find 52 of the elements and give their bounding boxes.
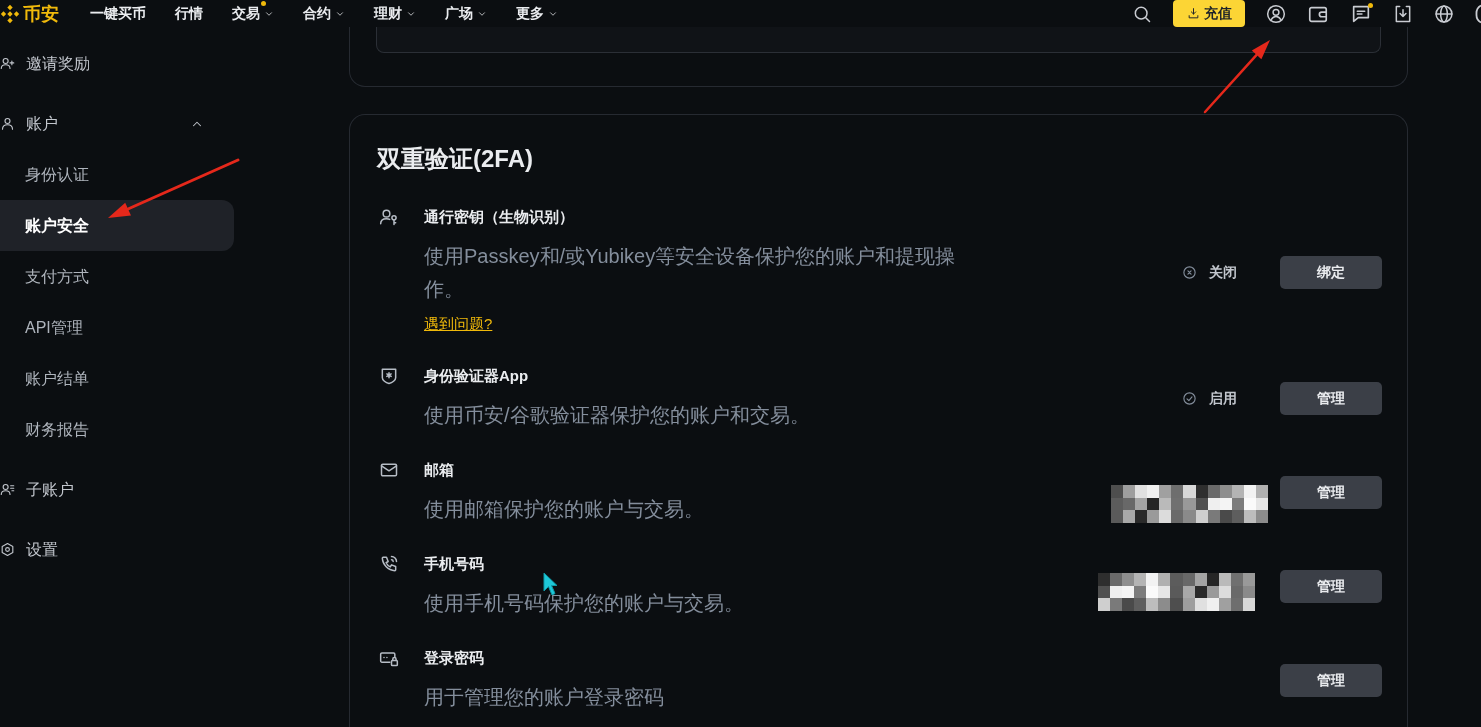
nav-menu-item[interactable]: 更多 [516,3,558,24]
shield-asterisk-icon [379,366,399,386]
sidebar-item[interactable]: 邀请奖励 [0,38,236,89]
setting-title: 身份验证器App [424,366,530,386]
download-tray-icon [1186,7,1200,20]
sidebar-item[interactable]: 子账户 [0,464,236,515]
sidebar-subitem[interactable]: 账户安全 [0,200,234,251]
sidebar-item[interactable]: 账户 [0,98,236,149]
nav-menu-item[interactable]: 一键买币 [90,3,146,24]
setting-description: 使用手机号码保护您的账户与交易。 [424,591,745,616]
phone-icon [379,554,399,574]
status-label: 启用 [1209,389,1237,408]
setting-title: 邮箱 [424,460,455,480]
person-key-icon [379,207,399,227]
person-plus-icon [0,56,15,71]
action-button[interactable]: 管理 [1280,382,1382,415]
sidebar-subitem[interactable]: 账户结单 [0,353,234,404]
deposit-button[interactable]: 充值 [1173,0,1245,27]
user-circle-icon[interactable] [1266,3,1286,24]
nav-menu-item[interactable]: 广场 [445,3,487,24]
action-button[interactable]: 管理 [1280,664,1382,697]
setting-description: 使用邮箱保护您的账户与交易。 [424,497,705,522]
sidebar-item[interactable]: 设置 [0,524,236,575]
setting-description: 使用Passkey和/或Yubikey等安全设备保护您的账户和提现操作。 [424,244,957,302]
help-link[interactable]: 遇到问题? [424,315,493,333]
nav-menu-item[interactable]: 交易 [232,3,274,24]
status-label: 关闭 [1209,262,1237,282]
setting-description: 用于管理您的账户登录密码 [424,685,665,710]
nav-menu-item[interactable]: 行情 [175,3,203,24]
envelope-icon [379,460,399,480]
brand-logo[interactable]: 币安 [23,2,59,25]
cursor-icon [543,572,558,596]
person-icon [0,116,15,131]
person-list-icon [0,482,15,497]
card-title: 双重验证(2FA) [375,145,534,173]
setting-title: 通行密钥（生物识别） [424,207,575,227]
download-icon[interactable] [1393,3,1413,24]
nav-menu-item[interactable]: 合约 [303,3,345,24]
action-button[interactable]: 管理 [1280,476,1382,509]
action-button[interactable]: 管理 [1280,570,1382,603]
globe-icon[interactable] [1434,3,1454,24]
setting-title: 手机号码 [424,554,485,574]
setting-description: 使用币安/谷歌验证器保护您的账户和交易。 [424,403,811,428]
action-button[interactable]: 绑定 [1280,255,1382,289]
sidebar-subitem[interactable]: 支付方式 [0,251,234,302]
logo-icon[interactable] [0,3,20,24]
settings-icon [0,542,15,557]
setting-title: 登录密码 [424,648,485,668]
nav-menu-item[interactable]: 理财 [374,3,416,24]
sidebar-subitem[interactable]: API管理 [0,302,234,353]
sidebar-subitem[interactable]: 身份认证 [0,149,234,200]
sidebar-subitem[interactable]: 财务报告 [0,404,234,455]
